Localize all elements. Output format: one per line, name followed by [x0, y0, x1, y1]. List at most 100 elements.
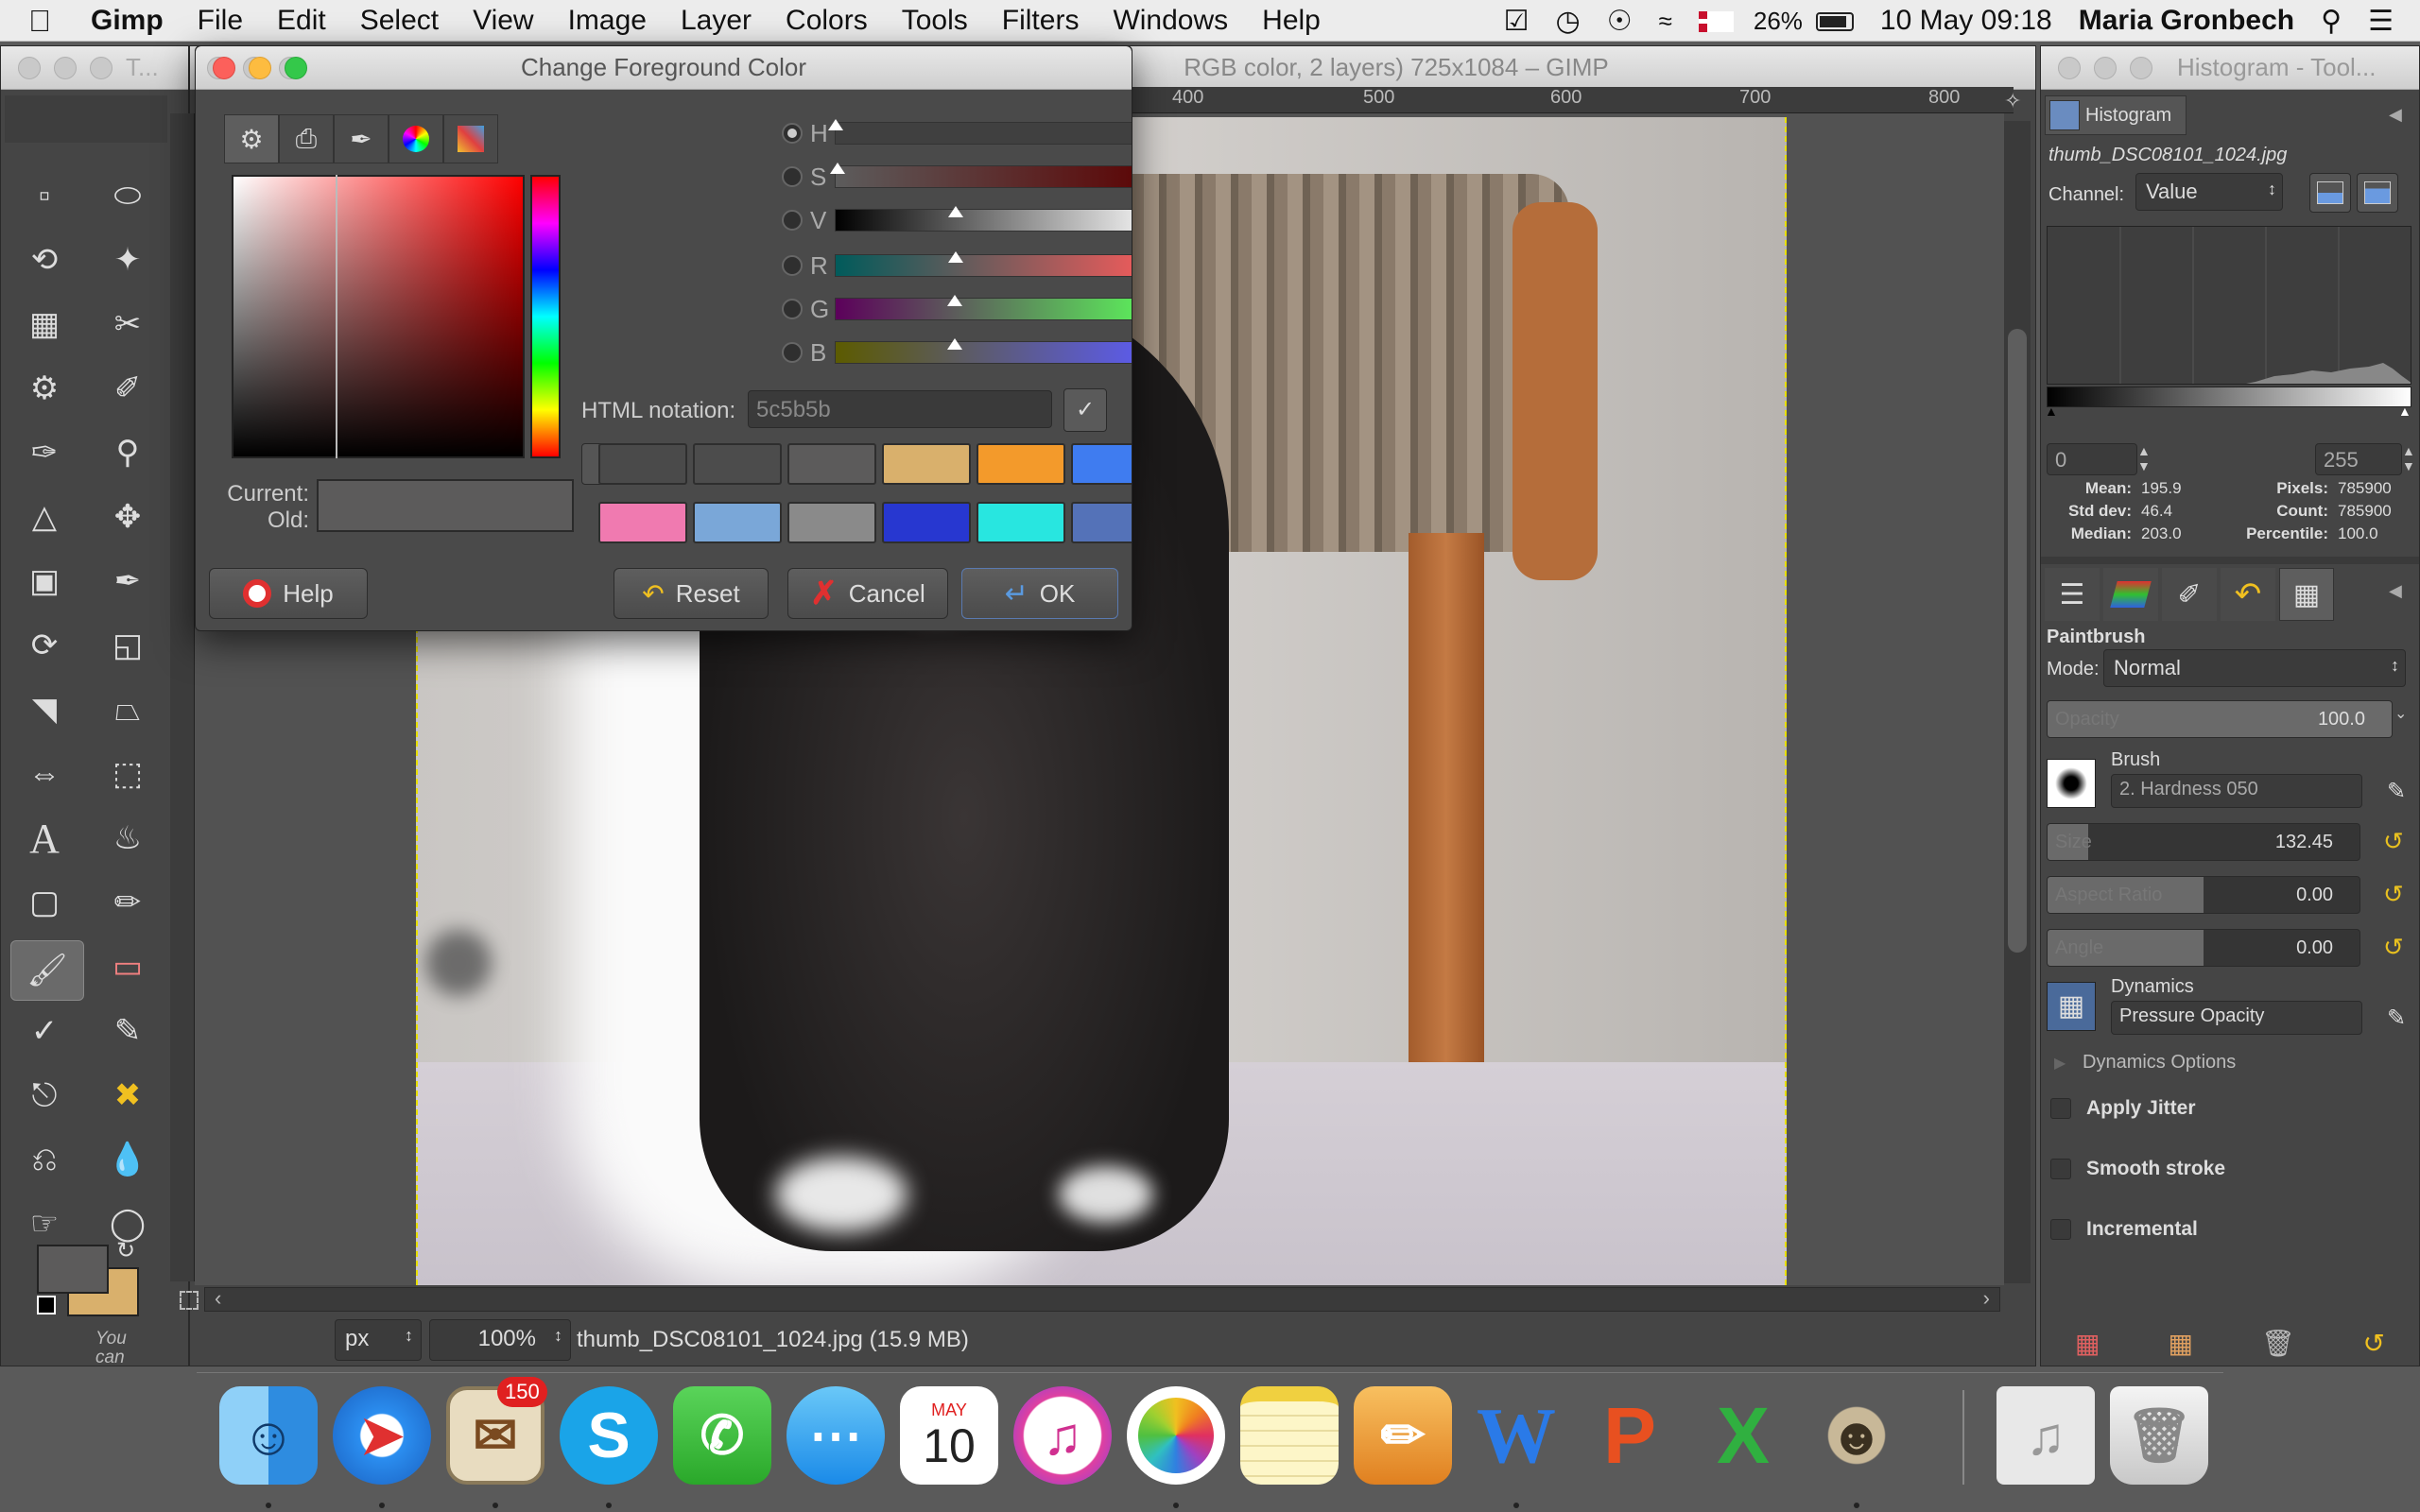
flag-icon[interactable]: [1685, 5, 1740, 37]
menu-tools[interactable]: Tools: [885, 0, 985, 42]
menu-windows[interactable]: Windows: [1096, 0, 1245, 42]
close-button[interactable]: [18, 56, 41, 79]
incremental-option[interactable]: Incremental: [2050, 1218, 2198, 1241]
rotate-icon[interactable]: ⟳: [18, 619, 71, 672]
powerpoint-icon[interactable]: P: [1581, 1386, 1679, 1485]
tab-channels[interactable]: [2103, 568, 2158, 621]
menu-app-name[interactable]: Gimp: [74, 0, 181, 42]
clock[interactable]: 10 May 09:18: [1867, 5, 2066, 37]
paths-icon[interactable]: ✐: [101, 362, 154, 415]
cage-transform-icon[interactable]: ⬚: [101, 747, 154, 800]
range-end-handle[interactable]: ▲: [2398, 404, 2411, 419]
menu-layer[interactable]: Layer: [664, 0, 769, 42]
itunes-icon[interactable]: ♫: [1013, 1386, 1112, 1485]
smudge-icon[interactable]: ☞: [18, 1197, 71, 1250]
default-colors-icon[interactable]: [37, 1296, 56, 1314]
tab-tool-options[interactable]: ▦: [2279, 568, 2334, 621]
pane-divider[interactable]: [2041, 557, 2419, 564]
dynamics-name-field[interactable]: Pressure Opacity: [2111, 1001, 2362, 1035]
radio-b[interactable]: [782, 342, 803, 363]
fuzzy-select-icon[interactable]: ✦: [101, 233, 154, 286]
apple-icon[interactable]: : [0, 0, 74, 42]
zoom-button[interactable]: [285, 56, 307, 79]
music-folder-icon[interactable]: ♫: [1996, 1386, 2095, 1485]
paintbrush-icon[interactable]: 🖌: [10, 940, 84, 1001]
save-options-icon[interactable]: ▦: [2075, 1328, 2100, 1359]
quickmask-icon[interactable]: [180, 1291, 199, 1310]
zoom-icon[interactable]: ⚲: [101, 426, 154, 479]
tab-gimp-selector[interactable]: ⚙: [224, 114, 279, 163]
smooth-stroke-checkbox[interactable]: [2050, 1159, 2071, 1179]
log-histogram-button[interactable]: [2357, 173, 2398, 213]
calendar-icon[interactable]: MAY 10: [900, 1386, 998, 1485]
slider-b[interactable]: [835, 338, 1132, 364]
tab-menu-icon[interactable]: ◀: [2389, 581, 2402, 601]
history-swatch[interactable]: [787, 502, 876, 543]
accessibility-icon[interactable]: ☉: [1594, 5, 1646, 38]
free-select-icon[interactable]: ⟲: [18, 233, 71, 286]
apply-jitter-checkbox[interactable]: [2050, 1098, 2071, 1119]
slider-marker[interactable]: [948, 206, 963, 217]
range-start-stepper[interactable]: ▲ ▼: [2137, 443, 2156, 475]
menu-help[interactable]: Help: [1245, 0, 1338, 42]
foreground-select-icon[interactable]: ⚙: [18, 362, 71, 415]
aspect-reset-icon[interactable]: ↺: [2383, 880, 2411, 908]
scroll-thumb[interactable]: [2008, 329, 2027, 953]
airbrush-icon[interactable]: ✓: [18, 1005, 71, 1057]
brush-name-field[interactable]: 2. Hardness 050: [2111, 774, 2362, 808]
skype-icon[interactable]: S: [560, 1386, 658, 1485]
channel-select[interactable]: Value ↕: [2135, 173, 2283, 211]
linear-histogram-button[interactable]: [2309, 173, 2351, 213]
menu-select[interactable]: Select: [343, 0, 456, 42]
delete-options-icon[interactable]: 🗑: [2261, 1328, 2295, 1359]
tab-layers[interactable]: ☰: [2045, 568, 2100, 621]
eraser-icon[interactable]: ▭: [101, 940, 154, 993]
menu-colors[interactable]: Colors: [769, 0, 885, 42]
gimp-icon[interactable]: ☻: [1807, 1386, 1906, 1485]
hue-strip[interactable]: [530, 175, 561, 458]
safari-icon[interactable]: ➤: [333, 1386, 431, 1485]
blend-icon[interactable]: ▢: [18, 876, 71, 929]
photos-icon[interactable]: [1127, 1386, 1225, 1485]
close-button[interactable]: [213, 56, 235, 79]
scale-icon[interactable]: ◱: [101, 619, 154, 672]
align-icon[interactable]: ▣: [18, 555, 71, 608]
pencil-icon[interactable]: ✏: [101, 876, 154, 929]
rect-select-icon[interactable]: ▫: [18, 169, 71, 222]
vertical-scrollbar[interactable]: [2004, 121, 2031, 1283]
range-start-input[interactable]: 0: [2047, 443, 2137, 475]
angle-reset-icon[interactable]: ↺: [2383, 933, 2411, 961]
opacity-slider[interactable]: Opacity 100.0: [2047, 700, 2393, 738]
incremental-checkbox[interactable]: [2050, 1219, 2071, 1240]
minimize-button[interactable]: [249, 56, 271, 79]
time-machine-icon[interactable]: ◷: [1543, 5, 1594, 38]
minimize-button[interactable]: [2094, 56, 2117, 79]
radio-v[interactable]: [782, 210, 803, 231]
aspect-ratio-slider[interactable]: Aspect Ratio 0.00: [2047, 876, 2360, 914]
dynamics-options-expander[interactable]: ▶: [2054, 1054, 2066, 1073]
apply-jitter-option[interactable]: Apply Jitter: [2050, 1097, 2196, 1120]
menu-edit[interactable]: Edit: [260, 0, 343, 42]
horizontal-scrollbar[interactable]: ‹ ›: [204, 1286, 2000, 1312]
slider-marker[interactable]: [947, 338, 962, 350]
scissors-select-icon[interactable]: ✂: [101, 298, 154, 351]
history-swatch[interactable]: [693, 443, 782, 485]
slider-h[interactable]: [828, 119, 1132, 145]
dynamics-preview[interactable]: ▦: [2047, 982, 2096, 1031]
slider-v[interactable]: [835, 206, 1132, 232]
vertical-ruler[interactable]: [170, 113, 195, 1281]
move-icon[interactable]: ✥: [101, 490, 154, 543]
facetime-icon[interactable]: ✆: [673, 1386, 771, 1485]
bucket-fill-icon[interactable]: ♨: [101, 812, 154, 865]
history-swatch[interactable]: [882, 443, 971, 485]
history-swatch[interactable]: [977, 443, 1065, 485]
ellipse-select-icon[interactable]: ⬭: [101, 169, 154, 222]
tab-palette[interactable]: [443, 114, 498, 163]
edit-dynamics-icon[interactable]: ✎: [2387, 1005, 2406, 1032]
range-end-input[interactable]: 255: [2315, 443, 2402, 475]
wilber-drop-area[interactable]: [5, 95, 167, 143]
slider-marker[interactable]: [948, 251, 963, 263]
history-swatch[interactable]: [693, 502, 782, 543]
reset-button[interactable]: ↶ Reset: [614, 568, 769, 619]
checkmark-status-icon[interactable]: ☑: [1491, 5, 1543, 38]
